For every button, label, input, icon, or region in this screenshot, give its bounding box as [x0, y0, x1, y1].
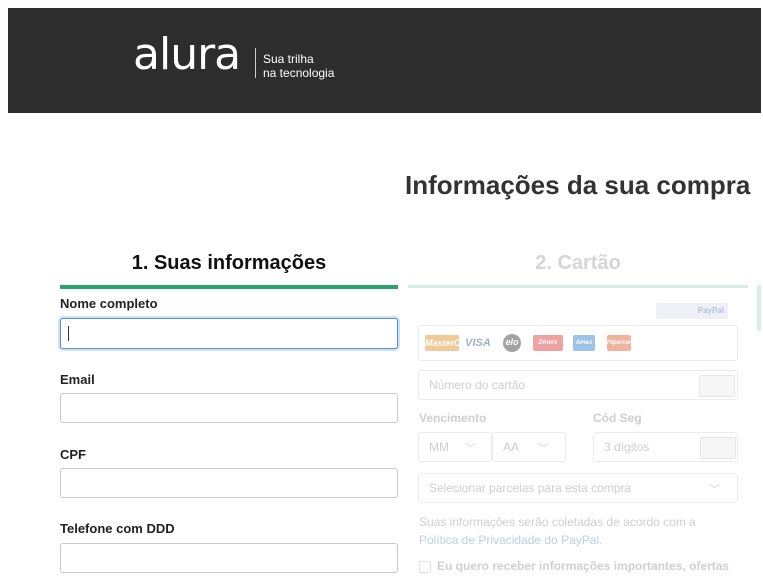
chevron-down-icon: ﹀: [538, 443, 549, 455]
optin-label: Eu quero receber informações importantes…: [437, 559, 730, 573]
email-label: Email: [60, 372, 95, 387]
amex-icon: Amex: [573, 335, 595, 351]
chevron-down-icon: ﹀: [465, 443, 476, 455]
card-number-input[interactable]: Número do cartão: [418, 370, 738, 400]
paypal-badge: PayPal: [656, 303, 728, 319]
cpf-label: CPF: [60, 447, 86, 462]
installments-select[interactable]: Selecionar parcelas para esta compra: [418, 473, 738, 503]
expiry-month-select[interactable]: MM: [418, 432, 492, 462]
diners-icon: Diners: [533, 335, 563, 351]
privacy-notice: Suas informações serão coletadas de acor…: [419, 515, 696, 529]
full-name-label: Nome completo: [60, 296, 158, 311]
paypal-privacy-link[interactable]: Política de Privacidade do PayPal.: [419, 533, 602, 547]
visa-icon: VISA: [465, 337, 491, 349]
alura-logo[interactable]: alura: [133, 30, 241, 80]
tagline-line-2: na tecnologia: [263, 66, 335, 80]
hipercard-icon: Hipercard: [607, 335, 635, 351]
card-brands-box: MasterCard VISA elo Diners Amex Hipercar…: [418, 325, 738, 361]
card-front-icon: [699, 375, 735, 397]
text-caret: [68, 326, 69, 341]
phone-input[interactable]: [60, 543, 398, 573]
optin-checkbox[interactable]: [419, 561, 431, 573]
chevron-down-icon: ﹀: [709, 484, 720, 496]
step-3-indicator-edge: [757, 285, 761, 331]
phone-label: Telefone com DDD: [60, 521, 175, 536]
tagline: Sua trilha na tecnologia: [263, 52, 334, 80]
page-title: Informações da sua compra: [405, 170, 751, 200]
mastercard-icon: MasterCard: [425, 335, 475, 351]
email-input[interactable]: [60, 393, 398, 423]
expiry-year-select[interactable]: AA: [492, 432, 566, 462]
full-name-input[interactable]: [60, 318, 398, 349]
tab-step-1[interactable]: 1. Suas informações: [60, 252, 398, 275]
logo-divider: [255, 48, 256, 78]
step-1-active-indicator: [60, 285, 398, 289]
paypal-badge-text: PayPal: [697, 306, 724, 315]
tagline-line-1: Sua trilha: [263, 52, 314, 66]
cvv-label: Cód Seg: [593, 411, 642, 425]
card-back-icon: [700, 437, 736, 459]
step-2-indicator: [408, 285, 748, 288]
elo-icon: elo: [503, 334, 521, 352]
tab-step-2[interactable]: 2. Cartão: [408, 252, 748, 275]
top-bar: [8, 8, 761, 113]
expiry-label: Vencimento: [419, 411, 487, 425]
cpf-input[interactable]: [60, 468, 398, 498]
